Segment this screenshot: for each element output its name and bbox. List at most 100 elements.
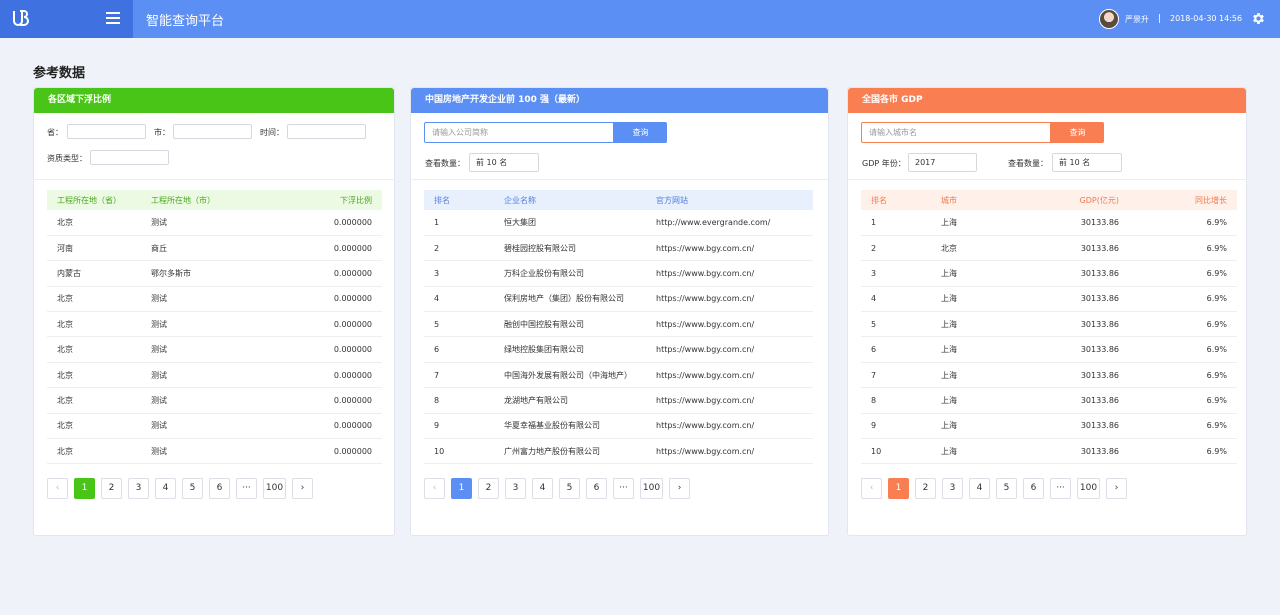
city-input[interactable]	[173, 124, 252, 139]
page-button-last[interactable]: 100	[1077, 478, 1100, 499]
chevron-left-icon[interactable]: ‹	[861, 478, 882, 499]
page-button[interactable]: 2	[915, 478, 936, 499]
filter-area: 查询 GDP 年份： 2017 查看数量： 前 10 名	[848, 113, 1246, 180]
table-row[interactable]: 北京 测试 0.000000	[47, 413, 382, 440]
table-row[interactable]: 1 恒大集团 http://www.evergrande.com/	[424, 210, 813, 236]
cell-website-link[interactable]: https://www.bgy.com.cn/	[646, 311, 813, 338]
table-row[interactable]: 7 中国海外发展有限公司（中海地产） https://www.bgy.com.cn/	[424, 362, 813, 389]
cell-website-link[interactable]: https://www.bgy.com.cn/	[646, 336, 813, 363]
table-row[interactable]: 10 广州富力地产股份有限公司 https://www.bgy.com.cn/	[424, 438, 813, 465]
search-button[interactable]: 查询	[1051, 122, 1104, 143]
chevron-left-icon[interactable]: ‹	[47, 478, 68, 499]
table-row[interactable]: 5 上海 30133.86 6.9%	[861, 311, 1237, 338]
page-ellipsis[interactable]: ···	[613, 478, 634, 499]
cell-website-link[interactable]: https://www.bgy.com.cn/	[646, 362, 813, 389]
avatar[interactable]	[1099, 9, 1119, 29]
cell-city: 测试	[141, 311, 281, 338]
count-select[interactable]: 前 10 名	[469, 153, 539, 172]
table-row[interactable]: 4 上海 30133.86 6.9%	[861, 286, 1237, 313]
page-button[interactable]: 3	[505, 478, 526, 499]
table-row[interactable]: 2 碧桂园控股有限公司 https://www.bgy.com.cn/	[424, 235, 813, 262]
table-row[interactable]: 3 上海 30133.86 6.9%	[861, 260, 1237, 287]
table-row[interactable]: 9 上海 30133.86 6.9%	[861, 413, 1237, 440]
table-row[interactable]: 1 上海 30133.86 6.9%	[861, 210, 1237, 236]
cell-city: 商丘	[141, 235, 281, 262]
qualification-input[interactable]	[90, 150, 169, 165]
table-row[interactable]: 6 上海 30133.86 6.9%	[861, 336, 1237, 363]
chevron-right-icon[interactable]: ›	[292, 478, 313, 499]
table-row[interactable]: 4 保利房地产（集团）股份有限公司 https://www.bgy.com.cn/	[424, 286, 813, 313]
company-search-input[interactable]	[424, 122, 614, 143]
cell-website-link[interactable]: https://www.bgy.com.cn/	[646, 235, 813, 262]
cell-website-link[interactable]: https://www.bgy.com.cn/	[646, 413, 813, 440]
table-row[interactable]: 3 万科企业股份有限公司 https://www.bgy.com.cn/	[424, 260, 813, 287]
page-button[interactable]: 3	[942, 478, 963, 499]
table-row[interactable]: 5 融创中国控股有限公司 https://www.bgy.com.cn/	[424, 311, 813, 338]
table-row[interactable]: 9 华夏幸福基业股份有限公司 https://www.bgy.com.cn/	[424, 413, 813, 440]
chevron-right-icon[interactable]: ›	[669, 478, 690, 499]
page-button[interactable]: 1	[888, 478, 909, 499]
cell-website-link[interactable]: https://www.bgy.com.cn/	[646, 387, 813, 414]
table-row[interactable]: 8 龙湖地产有限公司 https://www.bgy.com.cn/	[424, 387, 813, 414]
table-row[interactable]: 北京 测试 0.000000	[47, 336, 382, 363]
table-row[interactable]: 2 北京 30133.86 6.9%	[861, 235, 1237, 262]
cell-rank: 6	[424, 336, 494, 363]
year-select[interactable]: 2017	[908, 153, 977, 172]
page-button[interactable]: 5	[182, 478, 203, 499]
page-button[interactable]: 4	[155, 478, 176, 499]
page-button[interactable]: 3	[128, 478, 149, 499]
page-button[interactable]: 1	[74, 478, 95, 499]
chevron-left-icon[interactable]: ‹	[424, 478, 445, 499]
cell-company: 中国海外发展有限公司（中海地产）	[494, 362, 646, 389]
page-ellipsis[interactable]: ···	[236, 478, 257, 499]
cell-rank: 7	[424, 362, 494, 389]
page-button[interactable]: 1	[451, 478, 472, 499]
cell-city: 测试	[141, 336, 281, 363]
table-row[interactable]: 7 上海 30133.86 6.9%	[861, 362, 1237, 389]
col-gdp: GDP(亿元)	[1079, 195, 1119, 205]
table-row[interactable]: 北京 测试 0.000000	[47, 286, 382, 313]
cell-city: 上海	[931, 362, 1019, 389]
time-input[interactable]	[287, 124, 366, 139]
table-row[interactable]: 河南 商丘 0.000000	[47, 235, 382, 262]
page-ellipsis[interactable]: ···	[1050, 478, 1071, 499]
chevron-right-icon[interactable]: ›	[1106, 478, 1127, 499]
table-row[interactable]: 10 上海 30133.86 6.9%	[861, 438, 1237, 465]
table-row[interactable]: 北京 测试 0.000000	[47, 438, 382, 465]
page-button[interactable]: 6	[209, 478, 230, 499]
page-button[interactable]: 2	[101, 478, 122, 499]
city-search-input[interactable]	[861, 122, 1051, 143]
page-button[interactable]: 6	[1023, 478, 1044, 499]
table-row[interactable]: 内蒙古 鄂尔多斯市 0.000000	[47, 260, 382, 287]
logo-icon[interactable]	[12, 10, 29, 27]
cell-website-link[interactable]: http://www.evergrande.com/	[646, 210, 813, 236]
page-button[interactable]: 5	[996, 478, 1017, 499]
page-button-last[interactable]: 100	[640, 478, 663, 499]
cell-website-link[interactable]: https://www.bgy.com.cn/	[646, 286, 813, 313]
table-row[interactable]: 8 上海 30133.86 6.9%	[861, 387, 1237, 414]
table-row[interactable]: 北京 测试 0.000000	[47, 362, 382, 389]
table-row[interactable]: 北京 测试 0.000000	[47, 387, 382, 414]
cell-province: 北京	[47, 413, 141, 440]
user-menu[interactable]: 严景升	[1099, 9, 1149, 29]
menu-icon[interactable]	[106, 12, 120, 25]
table-row[interactable]: 北京 测试 0.000000	[47, 311, 382, 338]
table-row[interactable]: 北京 测试 0.000000	[47, 210, 382, 236]
cell-company: 华夏幸福基业股份有限公司	[494, 413, 646, 440]
cell-website-link[interactable]: https://www.bgy.com.cn/	[646, 260, 813, 287]
cell-website-link[interactable]: https://www.bgy.com.cn/	[646, 438, 813, 465]
count-select[interactable]: 前 10 名	[1052, 153, 1122, 172]
province-input[interactable]	[67, 124, 146, 139]
cell-growth: 6.9%	[1129, 286, 1237, 313]
table-row[interactable]: 6 绿地控股集团有限公司 https://www.bgy.com.cn/	[424, 336, 813, 363]
page-button[interactable]: 2	[478, 478, 499, 499]
count-label: 查看数量：	[425, 159, 465, 168]
search-button[interactable]: 查询	[614, 122, 667, 143]
page-button[interactable]: 4	[532, 478, 553, 499]
page-button[interactable]: 6	[586, 478, 607, 499]
page-button-last[interactable]: 100	[263, 478, 286, 499]
page-button[interactable]: 4	[969, 478, 990, 499]
table-header: 排名 企业名称 官方网站	[424, 190, 813, 210]
page-button[interactable]: 5	[559, 478, 580, 499]
gear-icon[interactable]	[1251, 11, 1266, 26]
